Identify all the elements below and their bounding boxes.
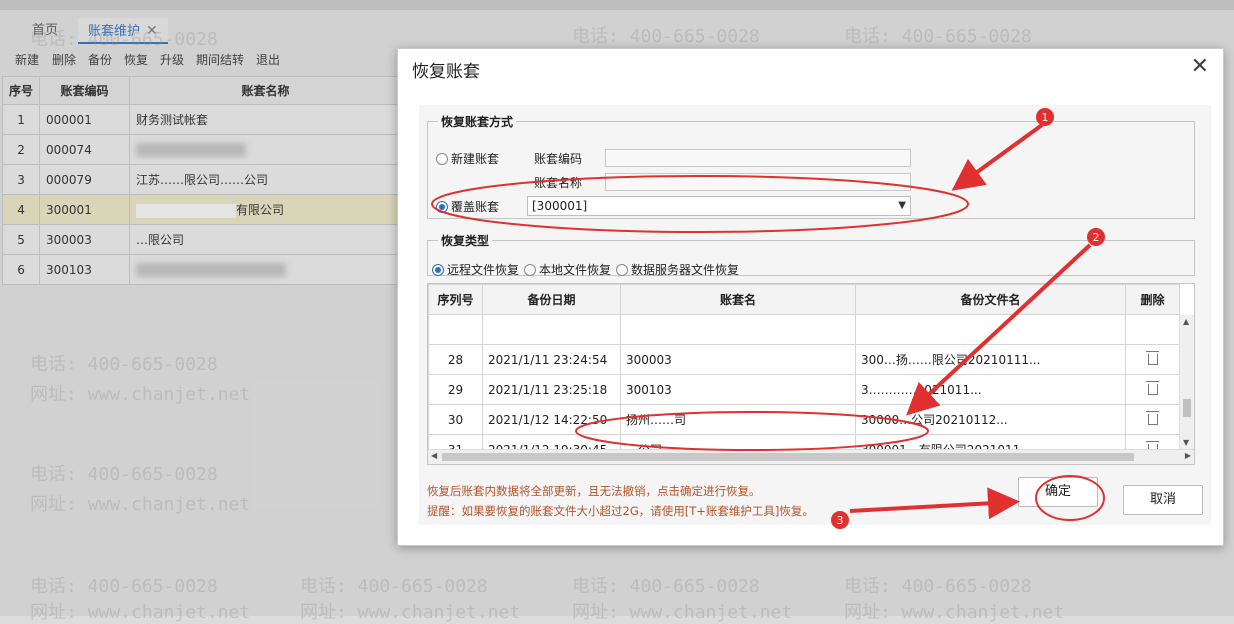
col-account-name: 账套名	[620, 284, 856, 315]
radio-overwrite-account[interactable]: 覆盖账套	[436, 198, 499, 215]
grid-header: 序列号 备份日期 账套名 备份文件名 删除	[428, 284, 1180, 315]
cell-delete	[1125, 344, 1180, 375]
restore-dialog: 恢复账套 ✕ 恢复账套方式 新建账套 账套编码 账套名称 覆盖账套 [30000…	[397, 48, 1224, 546]
restore-mode-legend: 恢复账套方式	[441, 115, 514, 129]
cell-name: 300003	[620, 344, 856, 375]
radio-remote-restore[interactable]: 远程文件恢复	[432, 261, 519, 278]
restore-type-group: 恢复类型 远程文件恢复 本地文件恢复 数据服务器文件恢复	[427, 232, 1195, 278]
table-row[interactable]: 30 2021/1/12 14:22:50 扬州……司 30000…公司2021…	[428, 404, 1180, 435]
radio-server-restore[interactable]: 数据服务器文件恢复	[616, 261, 739, 278]
cell-delete	[1125, 374, 1180, 405]
cell-file: 30000…公司20210112...	[855, 404, 1126, 435]
radio-local-restore[interactable]: 本地文件恢复	[524, 261, 611, 278]
radio-label: 新建账套	[451, 152, 500, 166]
trash-icon[interactable]	[1145, 350, 1159, 365]
radio-button[interactable]	[616, 263, 628, 276]
restore-mode-group: 恢复账套方式 新建账套 账套编码 账套名称 覆盖账套 [300001] ▼	[427, 113, 1195, 219]
cell-delete	[1125, 404, 1180, 435]
radio-label: 数据服务器文件恢复	[631, 263, 740, 277]
cell-serial: 30	[428, 404, 483, 435]
trash-icon[interactable]	[1145, 380, 1159, 395]
scroll-down-icon[interactable]: ▼	[1183, 438, 1189, 447]
backup-grid: 序列号 备份日期 账套名 备份文件名 删除 28 2021/1/11 23:24…	[427, 283, 1195, 465]
col-delete: 删除	[1125, 284, 1180, 315]
dialog-title: 恢复账套	[412, 62, 480, 82]
table-row[interactable]: 28 2021/1/11 23:24:54 300003 300…扬……限公司2…	[428, 344, 1180, 375]
radio-button[interactable]	[524, 263, 536, 276]
chevron-down-icon: ▼	[898, 200, 906, 211]
horizontal-scrollbar[interactable]: ◀ ▶	[428, 449, 1194, 464]
close-icon[interactable]: ✕	[1191, 54, 1209, 79]
scroll-thumb[interactable]	[1183, 399, 1191, 417]
select-value: [300001]	[532, 199, 588, 213]
radio-button[interactable]	[436, 152, 448, 165]
account-name-field[interactable]	[605, 173, 911, 191]
cell-date: 2021/1/11 23:24:54	[482, 344, 621, 375]
radio-label: 远程文件恢复	[447, 263, 520, 277]
cell-date: 2021/1/12 14:22:50	[482, 404, 621, 435]
scroll-up-icon[interactable]: ▲	[1183, 317, 1189, 326]
warning-note: 恢复后账套内数据将全部更新，且无法撤销，点击确定进行恢复。	[427, 484, 761, 498]
cell-file: 300…扬……限公司20210111...	[855, 344, 1126, 375]
restore-type-legend: 恢复类型	[441, 234, 490, 248]
cell-date: 2021/1/11 23:25:18	[482, 374, 621, 405]
account-code-field[interactable]	[605, 149, 911, 167]
radio-label: 覆盖账套	[451, 200, 500, 214]
col-backup-file: 备份文件名	[855, 284, 1126, 315]
cell-serial: 29	[428, 374, 483, 405]
confirm-button[interactable]: 确定	[1018, 477, 1098, 507]
cell-name: 扬州……司	[620, 404, 856, 435]
overwrite-account-select[interactable]: [300001] ▼	[527, 196, 911, 216]
account-name-label: 账套名称	[534, 176, 583, 190]
radio-label: 本地文件恢复	[539, 263, 612, 277]
backup-table: 序列号 备份日期 账套名 备份文件名 删除 28 2021/1/11 23:24…	[428, 284, 1180, 464]
account-code-label: 账套编码	[534, 152, 583, 166]
cell-name: 300103	[620, 374, 856, 405]
scroll-right-icon[interactable]: ▶	[1185, 451, 1191, 460]
cell-serial: 28	[428, 344, 483, 375]
col-backup-date: 备份日期	[482, 284, 621, 315]
cancel-button[interactable]: 取消	[1123, 485, 1203, 515]
scroll-thumb[interactable]	[442, 453, 1134, 461]
scroll-left-icon[interactable]: ◀	[431, 451, 437, 460]
vertical-scrollbar[interactable]: ▲ ▼	[1179, 315, 1194, 449]
radio-button-selected[interactable]	[436, 200, 448, 213]
cell-file: 3…………2021011...	[855, 374, 1126, 405]
radio-new-account[interactable]: 新建账套	[436, 150, 499, 167]
table-row-partial	[428, 314, 1180, 345]
col-serial: 序列号	[428, 284, 483, 315]
reminder-note: 提醒：如果要恢复的账套文件大小超过2G，请使用[T+账套维护工具]恢复。	[427, 504, 814, 518]
trash-icon[interactable]	[1145, 410, 1159, 425]
table-row[interactable]: 29 2021/1/11 23:25:18 300103 3…………202101…	[428, 374, 1180, 405]
radio-button-selected[interactable]	[432, 263, 444, 276]
dialog-body: 恢复账套方式 新建账套 账套编码 账套名称 覆盖账套 [300001] ▼ 恢复…	[419, 105, 1211, 525]
